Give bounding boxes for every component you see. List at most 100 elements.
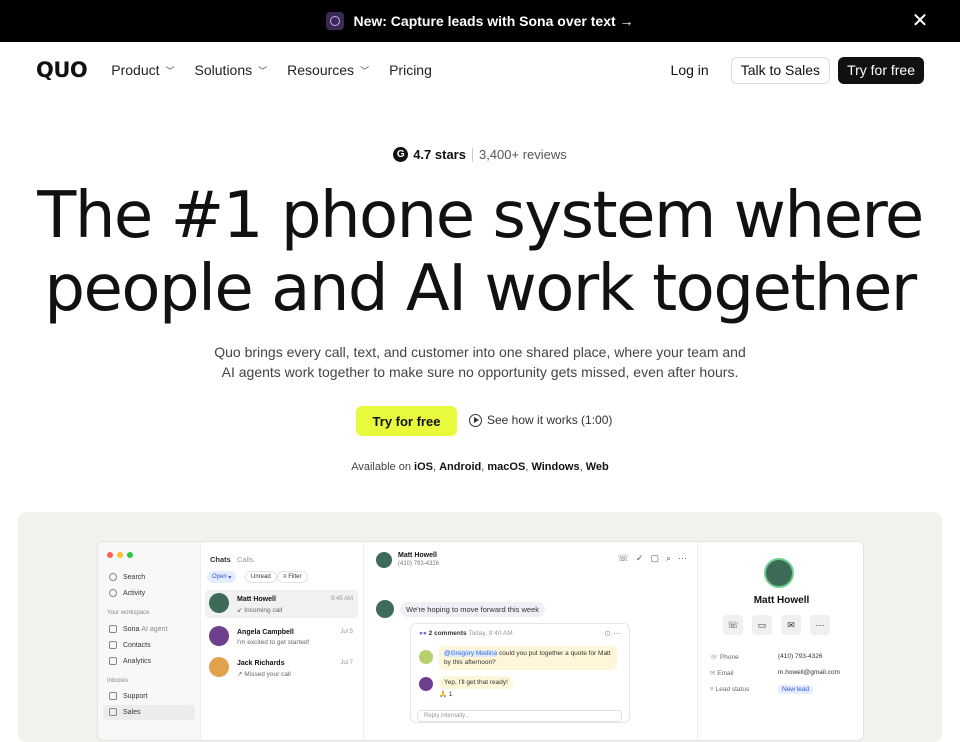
sidebar-item-label: Search xyxy=(123,573,146,581)
mail-icon[interactable]: ✉ xyxy=(781,615,801,635)
avatar xyxy=(419,650,433,664)
sidebar-item-sona[interactable]: Sona AI agent xyxy=(109,625,167,633)
contact-field: ≡ Lead status New lead xyxy=(710,685,860,694)
avatar xyxy=(419,677,433,691)
timestamp: Jul 7 xyxy=(340,660,353,666)
tab-chats[interactable]: Chats xyxy=(210,555,231,564)
ai-agent-badge: AI agent xyxy=(141,625,168,633)
avatar xyxy=(209,657,229,677)
sidebar-item-label: Analytics xyxy=(123,657,152,665)
field-label: Lead status xyxy=(715,686,750,693)
close-icon[interactable]: ✕ xyxy=(910,11,930,31)
platform-windows[interactable]: Windows xyxy=(531,461,579,473)
filter-open[interactable]: Open ▾ xyxy=(207,571,237,583)
list-item[interactable]: Angela Campbell I'm excited to get start… xyxy=(209,626,357,648)
nav-product[interactable]: Product ﹀ xyxy=(111,62,174,78)
preview-text: Missed your call xyxy=(244,671,291,678)
logo[interactable]: QUO xyxy=(36,58,88,82)
banner-text[interactable]: New: Capture leads with Sona over text → xyxy=(353,13,633,29)
chevron-down-icon: ﹀ xyxy=(360,65,370,76)
phone-icon[interactable]: ☏ xyxy=(723,615,743,635)
contact-name: Matt Howell xyxy=(237,596,276,603)
try-free-nav-button[interactable]: Try for free xyxy=(838,56,924,84)
list-item[interactable]: Matt Howell ↙ Incoming call 9:45 AM xyxy=(209,593,357,615)
comments-time: Today, 9:40 AM xyxy=(468,630,513,637)
play-icon xyxy=(469,413,482,427)
bell-icon xyxy=(109,589,117,597)
how-it-works-link[interactable]: See how it works (1:00) xyxy=(469,413,612,427)
sidebar-item-label: Contacts xyxy=(123,641,151,649)
field-value[interactable]: (410) 793-4326 xyxy=(778,653,822,660)
sidebar-item-label: Sona xyxy=(123,625,140,633)
resolve-icon[interactable]: ⊙ ⋯ xyxy=(604,629,621,638)
chevron-down-icon: ﹀ xyxy=(165,65,175,76)
more-icon[interactable]: ⋯ xyxy=(810,615,830,635)
mention[interactable]: @Gregory Medina xyxy=(444,650,498,657)
comment-bubble: @Gregory Medina could you put together a… xyxy=(439,646,617,670)
platform-ios[interactable]: iOS xyxy=(414,461,433,473)
platform-macos[interactable]: macOS xyxy=(487,461,525,473)
hero-title: The #1 phone system where people and AI … xyxy=(0,180,960,326)
how-it-works-label: See how it works (1:00) xyxy=(487,413,613,427)
nav-solutions-label: Solutions xyxy=(194,62,253,78)
hero-title-line2: people and AI work together xyxy=(44,252,917,326)
avatar xyxy=(376,552,392,568)
field-label: Email xyxy=(717,670,734,677)
hero-sub-line1: Quo brings every call, text, and custome… xyxy=(214,344,746,360)
search-icon[interactable]: ⌕ xyxy=(666,553,671,564)
chevron-down-icon: ﹀ xyxy=(258,65,268,76)
tab-calls[interactable]: Calls xyxy=(237,555,254,564)
chart-icon xyxy=(109,657,117,665)
app-sidebar: Search Activity Your workspace Sona AI a… xyxy=(98,542,201,740)
nav-pricing[interactable]: Pricing xyxy=(389,62,432,78)
platform-web[interactable]: Web xyxy=(586,461,609,473)
announcement-banner[interactable]: New: Capture leads with Sona over text →… xyxy=(0,0,960,42)
field-value[interactable]: m.howell@gmail.com xyxy=(778,669,840,676)
comment-avatars: ●● xyxy=(419,630,427,637)
message-bubble: We're hoping to move forward this week xyxy=(400,602,546,617)
chat-contact-name: Matt Howell xyxy=(398,552,437,559)
reply-input[interactable]: Reply internally... xyxy=(417,710,622,722)
rating: G 4.7 stars 3,400+ reviews xyxy=(0,147,960,162)
sidebar-item-label: Support xyxy=(123,692,148,700)
mail-icon: ✉ xyxy=(710,670,716,677)
sidebar-item-analytics[interactable]: Analytics xyxy=(109,657,151,665)
filter-open-label: Open xyxy=(212,574,227,580)
maximize-dot xyxy=(127,552,133,558)
contact-name: Jack Richards xyxy=(237,660,285,667)
nav-resources[interactable]: Resources ﹀ xyxy=(287,62,369,78)
filter-button[interactable]: ≡ Filter xyxy=(277,571,308,583)
phone-icon[interactable]: ☏ xyxy=(618,553,629,564)
sidebar-item-activity[interactable]: Activity xyxy=(109,589,145,597)
sidebar-item-contacts[interactable]: Contacts xyxy=(109,641,151,649)
login-link[interactable]: Log in xyxy=(671,62,709,78)
sidebar-item-sales[interactable]: Sales xyxy=(109,708,141,716)
avatar xyxy=(764,558,794,588)
inbox-icon xyxy=(109,708,117,716)
talk-to-sales-button[interactable]: Talk to Sales xyxy=(730,56,831,84)
lead-status-badge[interactable]: New lead xyxy=(778,685,814,694)
list-item[interactable]: Jack Richards ↗ Missed your call Jul 7 xyxy=(209,657,357,679)
g2-icon: G xyxy=(393,147,409,162)
close-dot xyxy=(107,552,113,558)
app-preview: Search Activity Your workspace Sona AI a… xyxy=(97,541,864,741)
nav-solutions[interactable]: Solutions ﹀ xyxy=(195,62,268,78)
check-icon[interactable]: ✓ xyxy=(636,553,644,564)
contact-actions: ☏ ▭ ✉ ⋯ xyxy=(723,615,830,635)
chat-panel: Matt Howell (410) 793-4326 ☏ ✓ ▢ ⌕ ⋯ We'… xyxy=(364,542,698,740)
sidebar-item-support[interactable]: Support xyxy=(109,692,148,700)
filter-unread[interactable]: Unread xyxy=(245,571,277,583)
rating-divider xyxy=(471,147,473,162)
contact-field: ☏ Phone (410) 793-4326 xyxy=(710,653,860,661)
reaction[interactable]: 🙏 1 xyxy=(439,690,453,698)
platform-android[interactable]: Android xyxy=(439,461,481,473)
chat-toolbar: ☏ ✓ ▢ ⌕ ⋯ xyxy=(618,553,687,564)
more-icon[interactable]: ⋯ xyxy=(678,553,687,564)
nav-resources-label: Resources xyxy=(287,62,355,78)
nav-pricing-label: Pricing xyxy=(389,62,432,78)
sidebar-item-search[interactable]: Search xyxy=(109,573,145,581)
call-preview: ↗ Missed your call xyxy=(237,671,291,678)
try-free-hero-button[interactable]: Try for free xyxy=(356,406,457,436)
note-icon[interactable]: ▢ xyxy=(650,553,659,564)
message-icon[interactable]: ▭ xyxy=(752,615,772,635)
